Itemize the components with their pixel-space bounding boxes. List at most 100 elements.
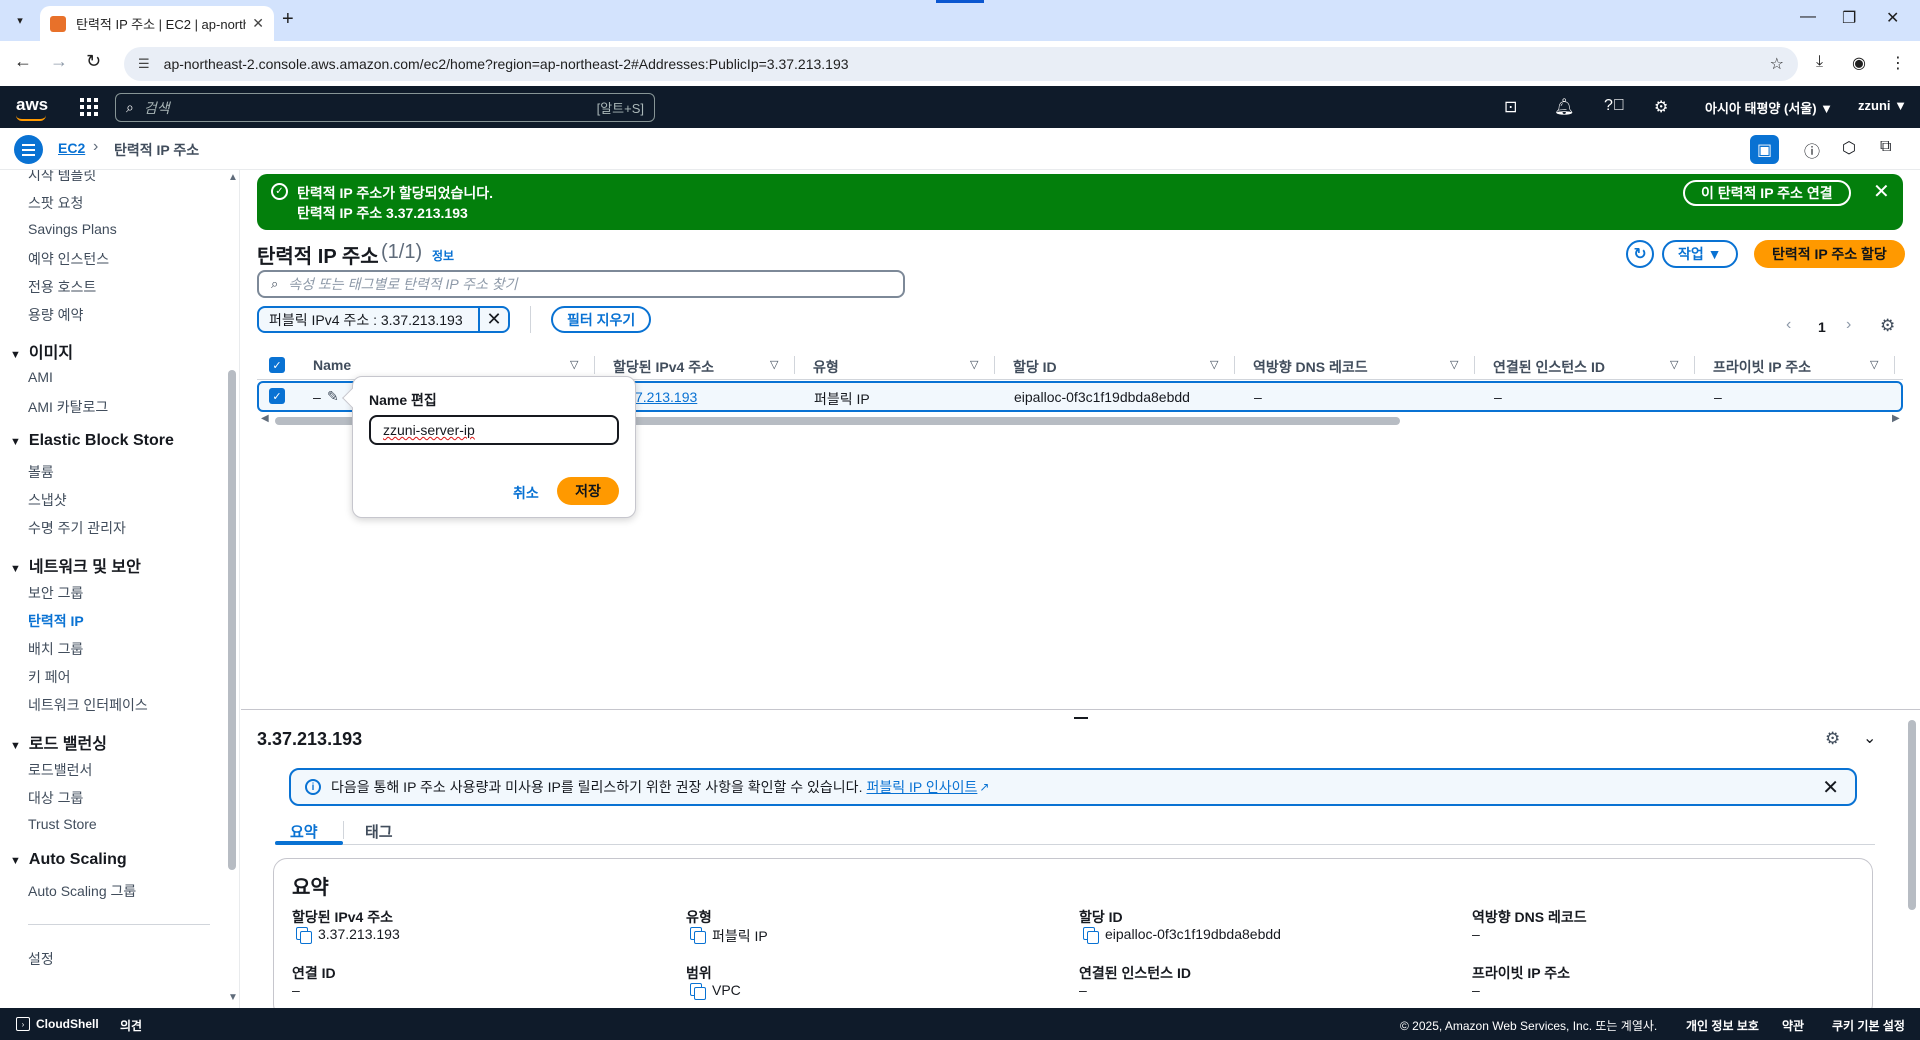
sidebar-item-dedicated-hosts[interactable]: 전용 호스트: [28, 277, 96, 297]
copy-icon[interactable]: [296, 927, 312, 944]
sidebar-scroll-down-icon[interactable]: ▼: [228, 992, 238, 1003]
details-gear-icon[interactable]: ⚙: [1825, 729, 1840, 749]
tab-tags[interactable]: 태그: [365, 821, 393, 842]
sidebar-group-auto-scaling[interactable]: ▼ Auto Scaling: [10, 851, 127, 869]
tab-search-icon[interactable]: ▾: [8, 8, 32, 32]
sidebar-item-trust-store[interactable]: Trust Store: [28, 816, 97, 832]
split-panel-resize-handle[interactable]: [1074, 717, 1088, 719]
sidebar-item-volumes[interactable]: 볼륨: [28, 462, 54, 482]
region-selector[interactable]: 아시아 태평양 (서울) ▼: [1705, 98, 1833, 117]
column-header-name[interactable]: Name: [313, 357, 351, 373]
back-icon[interactable]: ←: [14, 51, 32, 72]
split-panel-icon[interactable]: ▣: [1750, 135, 1779, 164]
clear-filters-button[interactable]: 필터 지우기: [551, 306, 652, 333]
sort-icon[interactable]: ▽: [1450, 358, 1458, 371]
page-number[interactable]: 1: [1818, 319, 1826, 335]
more-menu-icon[interactable]: ⋮: [1890, 53, 1906, 73]
menu-toggle-icon[interactable]: [14, 135, 43, 164]
minimize-icon[interactable]: —: [1800, 8, 1816, 26]
console-search-input[interactable]: ⌕ 검색 [알트+S]: [115, 93, 655, 122]
restore-icon[interactable]: ❐: [1842, 8, 1856, 28]
sidebar-item-ami-catalog[interactable]: AMI 카탈로그: [28, 397, 108, 417]
next-page-icon[interactable]: ›: [1846, 316, 1851, 334]
copy-icon[interactable]: [690, 983, 706, 1000]
bookmark-star-icon[interactable]: ☆: [1770, 54, 1784, 74]
column-header-instance-id[interactable]: 연결된 인스턴스 ID: [1493, 357, 1605, 377]
refresh-button[interactable]: ↻: [1626, 240, 1654, 268]
sort-icon[interactable]: ▽: [1870, 358, 1878, 371]
breadcrumb-ec2-link[interactable]: EC2: [58, 140, 85, 156]
sidebar-item-target-groups[interactable]: 대상 그룹: [28, 788, 83, 808]
column-separator[interactable]: [1694, 356, 1695, 374]
terms-link[interactable]: 약관: [1782, 1017, 1804, 1034]
info-link[interactable]: 정보: [432, 247, 454, 264]
sidebar-item-snapshots[interactable]: 스냅샷: [28, 490, 67, 510]
sidebar-group-network-security[interactable]: ▼ 네트워크 및 보안: [10, 553, 141, 577]
download-icon[interactable]: ⤓: [1816, 53, 1823, 71]
prev-page-icon[interactable]: ‹: [1786, 316, 1791, 334]
sidebar-item-security-groups[interactable]: 보안 그룹: [28, 583, 83, 603]
allocate-eip-button[interactable]: 탄력적 IP 주소 할당: [1754, 240, 1905, 268]
tab-close-icon[interactable]: ✕: [252, 15, 264, 32]
services-grid-icon[interactable]: [80, 98, 98, 116]
feedback-icon[interactable]: ⧉: [1880, 138, 1891, 156]
sidebar-item-lifecycle-manager[interactable]: 수명 주기 관리자: [28, 518, 126, 538]
sidebar-item-settings[interactable]: 설정: [28, 949, 54, 969]
sort-icon[interactable]: ▽: [570, 358, 578, 371]
column-header-ipv4[interactable]: 할당된 IPv4 주소: [613, 357, 714, 377]
name-input[interactable]: zzuni-server-ip: [369, 415, 619, 445]
filter-remove-icon[interactable]: ✕: [480, 308, 508, 331]
column-separator[interactable]: [794, 356, 795, 374]
sidebar-item-load-balancers[interactable]: 로드밸런서: [28, 760, 92, 780]
actions-dropdown[interactable]: 작업 ▼: [1662, 240, 1738, 268]
sort-icon[interactable]: ▽: [970, 358, 978, 371]
copy-icon[interactable]: [690, 927, 706, 944]
sidebar-group-ebs[interactable]: ▼ Elastic Block Store: [10, 432, 174, 450]
profile-icon[interactable]: ◉: [1852, 53, 1866, 73]
site-info-icon[interactable]: ☰: [138, 56, 150, 72]
column-separator[interactable]: [1894, 356, 1895, 374]
bell-icon[interactable]: 🔔︎: [1554, 97, 1574, 117]
sidebar-scroll-up-icon[interactable]: ▲: [228, 172, 238, 183]
info-close-icon[interactable]: ✕: [1822, 775, 1839, 800]
save-button[interactable]: 저장: [557, 477, 619, 505]
edit-pencil-icon[interactable]: ✎: [327, 388, 339, 405]
sidebar-group-images[interactable]: ▼ 이미지: [10, 339, 73, 363]
copy-icon[interactable]: [1083, 927, 1099, 944]
cancel-button[interactable]: 취소: [513, 483, 539, 503]
sidebar-group-load-balancing[interactable]: ▼ 로드 밸런싱: [10, 730, 107, 754]
filter-token[interactable]: 퍼블릭 IPv4 주소 : 3.37.213.193 ✕: [257, 306, 510, 333]
cloudshell-icon[interactable]: ›: [16, 1017, 30, 1031]
sort-icon[interactable]: ▽: [1670, 358, 1678, 371]
sort-icon[interactable]: ▽: [1210, 358, 1218, 371]
column-separator[interactable]: [1234, 356, 1235, 374]
browser-tab[interactable]: 탄력적 IP 주소 | EC2 | ap-northeast-2 ✕: [40, 6, 274, 41]
window-close-icon[interactable]: ✕: [1886, 8, 1899, 28]
column-separator[interactable]: [594, 356, 595, 374]
sidebar-item-placement-groups[interactable]: 배치 그룹: [28, 639, 83, 659]
help-icon[interactable]: ?⃝: [1604, 97, 1625, 115]
page-vertical-scrollbar[interactable]: [1908, 720, 1916, 910]
sidebar-item-elastic-ips[interactable]: 탄력적 IP: [28, 611, 84, 631]
column-separator[interactable]: [994, 356, 995, 374]
public-ip-insights-link[interactable]: 퍼블릭 IP 인사이트: [866, 777, 977, 797]
sidebar-item-ami[interactable]: AMI: [28, 369, 53, 385]
feedback-link[interactable]: 의견: [120, 1017, 142, 1034]
sort-icon[interactable]: ▽: [770, 358, 778, 371]
property-filter-input[interactable]: ⌕ 속성 또는 태그별로 탄력적 IP 주소 찾기: [257, 270, 905, 298]
column-header-reverse-dns[interactable]: 역방향 DNS 레코드: [1253, 357, 1368, 377]
sidebar-item-savings-plans[interactable]: Savings Plans: [28, 221, 117, 237]
gear-icon[interactable]: ⚙: [1654, 97, 1668, 117]
privacy-link[interactable]: 개인 정보 보호: [1686, 1017, 1759, 1034]
select-all-checkbox[interactable]: ✓: [269, 357, 285, 373]
hexagon-icon[interactable]: ⬡: [1842, 138, 1856, 158]
sidebar-item-network-interfaces[interactable]: 네트워크 인터페이스: [28, 695, 148, 715]
scroll-right-icon[interactable]: ▶: [1892, 413, 1900, 424]
sidebar-item-spot-requests[interactable]: 스팟 요청: [28, 193, 83, 213]
url-field[interactable]: ☰ ap-northeast-2.console.aws.amazon.com/…: [124, 47, 1798, 81]
scroll-left-icon[interactable]: ◀: [261, 413, 269, 424]
sidebar-item-auto-scaling-groups[interactable]: Auto Scaling 그룹: [28, 881, 136, 901]
flash-close-icon[interactable]: ✕: [1873, 179, 1890, 204]
cloudshell-link[interactable]: CloudShell: [36, 1017, 99, 1031]
new-tab-icon[interactable]: +: [282, 8, 294, 31]
